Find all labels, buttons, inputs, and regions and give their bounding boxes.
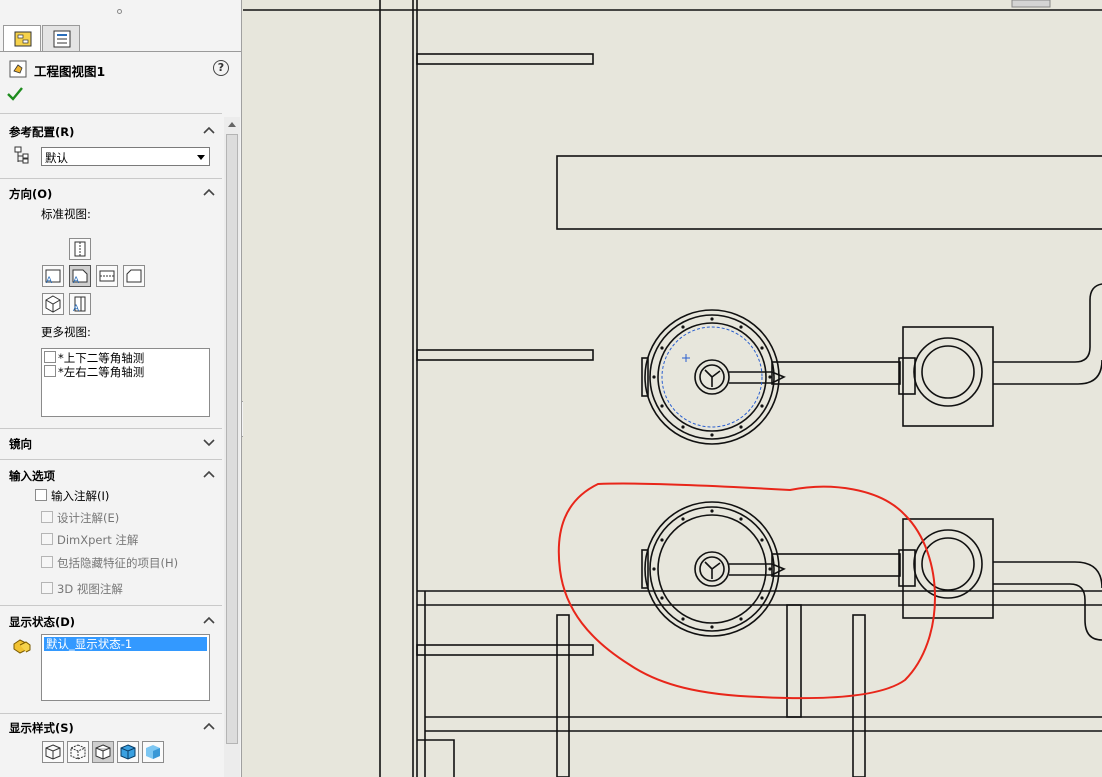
collapse-chevron-icon[interactable] bbox=[203, 125, 215, 135]
config-tree-icon bbox=[14, 146, 29, 164]
drawing-sheet[interactable] bbox=[243, 0, 1102, 777]
scrollbar-thumb[interactable] bbox=[226, 134, 238, 744]
import-options-heading[interactable]: 输入选项 bbox=[9, 468, 55, 484]
view-top-button[interactable] bbox=[69, 238, 91, 260]
display-state-heading[interactable]: 显示状态(D) bbox=[9, 614, 75, 630]
left-view-icon: A bbox=[45, 269, 61, 286]
collapse-chevron-icon[interactable] bbox=[203, 469, 215, 479]
view-front-button[interactable]: A bbox=[69, 265, 91, 287]
svg-text:A: A bbox=[73, 304, 80, 314]
help-icon[interactable]: ? bbox=[213, 60, 229, 76]
collapse-chevron-icon[interactable] bbox=[203, 615, 215, 625]
import-annotations-checkbox[interactable] bbox=[35, 489, 47, 501]
more-views-label: 更多视图: bbox=[41, 325, 91, 339]
display-style-heading[interactable]: 显示样式(S) bbox=[9, 720, 74, 736]
mirror-heading[interactable]: 镜向 bbox=[9, 436, 32, 452]
hidden-visible-button[interactable] bbox=[67, 741, 89, 763]
standard-views-label: 标准视图: bbox=[41, 207, 91, 221]
toolbar-fragment[interactable] bbox=[1011, 0, 1051, 8]
shaded-edges-button[interactable] bbox=[117, 741, 139, 763]
reference-config-heading[interactable]: 参考配置(R) bbox=[9, 124, 74, 140]
more-view-checkbox[interactable] bbox=[44, 365, 56, 377]
config-select[interactable]: 默认 bbox=[41, 147, 210, 166]
more-views-list: *上下二等角轴测 *左右二等角轴测 bbox=[41, 348, 210, 417]
view-bottom-button[interactable]: A bbox=[69, 293, 91, 315]
collapse-chevron-icon[interactable] bbox=[203, 721, 215, 731]
view-left-button[interactable]: A bbox=[42, 265, 64, 287]
expand-chevron-icon[interactable] bbox=[203, 437, 215, 447]
drawing-view-icon bbox=[9, 60, 27, 78]
isometric-view-icon bbox=[45, 295, 61, 313]
back-view-icon bbox=[126, 269, 142, 283]
import-annotations-label[interactable]: 输入注解(I) bbox=[51, 488, 109, 504]
hidden-visible-icon bbox=[70, 744, 86, 760]
hidden-features-checkbox bbox=[41, 556, 53, 568]
scroll-up-icon[interactable] bbox=[228, 122, 236, 127]
hidden-features-label: 包括隐藏特征的项目(H) bbox=[57, 556, 179, 570]
orientation-heading[interactable]: 方向(O) bbox=[9, 186, 52, 202]
config-tab[interactable] bbox=[42, 25, 80, 52]
ok-check-icon[interactable] bbox=[6, 86, 24, 102]
property-tab-icon bbox=[14, 31, 32, 47]
right-view-icon bbox=[99, 270, 115, 282]
view-3d-label: 3D 视图注解 bbox=[57, 582, 123, 596]
shaded-edges-icon bbox=[120, 744, 136, 760]
property-manager-title: 工程图视图1 bbox=[34, 64, 106, 79]
wireframe-button[interactable] bbox=[42, 741, 64, 763]
hidden-removed-button[interactable] bbox=[92, 741, 114, 763]
panel-scrollbar[interactable] bbox=[224, 117, 240, 777]
shaded-icon bbox=[146, 745, 160, 759]
view-back-button[interactable] bbox=[123, 265, 145, 287]
shaded-button[interactable] bbox=[142, 741, 164, 763]
hidden-removed-icon bbox=[95, 744, 111, 760]
design-annotations-label: 设计注解(E) bbox=[57, 511, 120, 525]
dimxpert-label: DimXpert 注解 bbox=[57, 533, 139, 547]
property-tab[interactable] bbox=[3, 25, 41, 52]
display-state-list: 默认_显示状态-1 bbox=[41, 634, 210, 701]
wireframe-icon bbox=[45, 744, 61, 760]
svg-text:A: A bbox=[46, 276, 53, 286]
top-view-icon bbox=[74, 241, 86, 257]
svg-text:A: A bbox=[73, 276, 80, 286]
display-state-item[interactable]: 默认_显示状态-1 bbox=[44, 637, 207, 651]
config-select-value: 默认 bbox=[45, 151, 68, 165]
property-manager: 工程图视图1 ? 参考配置(R) 默认 方向(O) 标准视图: A A A 更多… bbox=[0, 0, 242, 777]
front-view-icon: A bbox=[72, 269, 88, 286]
view-3d-checkbox bbox=[41, 582, 53, 594]
dimxpert-checkbox bbox=[41, 533, 53, 545]
collapse-chevron-icon[interactable] bbox=[203, 187, 215, 197]
bottom-view-icon: A bbox=[73, 296, 86, 314]
chevron-down-icon bbox=[197, 155, 205, 160]
design-annotations-checkbox bbox=[41, 511, 53, 523]
panel-grip[interactable] bbox=[0, 0, 241, 22]
view-right-button[interactable] bbox=[96, 265, 118, 287]
more-view-item[interactable]: *左右二等角轴测 bbox=[58, 364, 144, 380]
more-view-checkbox[interactable] bbox=[44, 351, 56, 363]
view-isometric-button[interactable] bbox=[42, 293, 64, 315]
config-tab-icon bbox=[53, 30, 71, 48]
display-state-icon bbox=[13, 639, 31, 654]
